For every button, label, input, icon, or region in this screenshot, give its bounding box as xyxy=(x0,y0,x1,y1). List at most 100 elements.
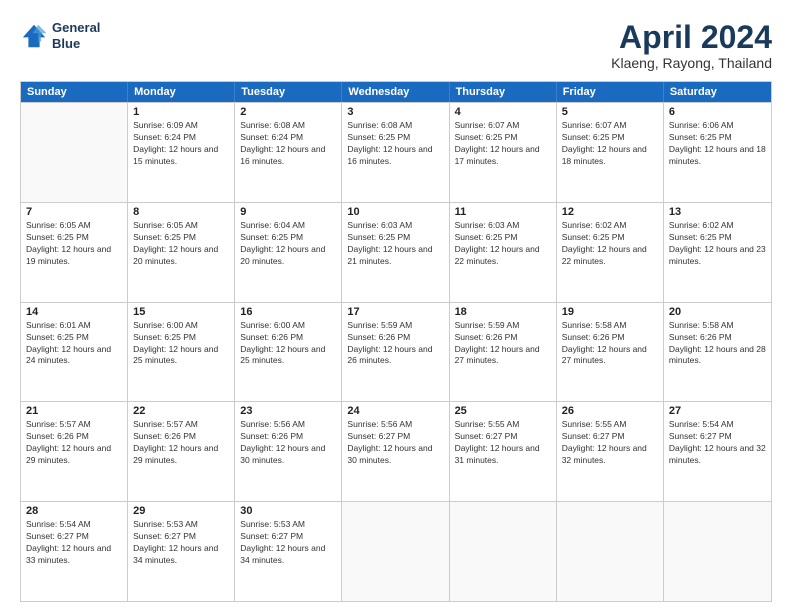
empty-cell xyxy=(342,502,449,601)
day-info: Sunrise: 6:00 AM Sunset: 6:26 PM Dayligh… xyxy=(240,320,336,368)
header: General Blue April 2024 Klaeng, Rayong, … xyxy=(20,20,772,71)
day-number: 6 xyxy=(669,106,766,118)
day-cell-20: 20 Sunrise: 5:58 AM Sunset: 6:26 PM Dayli… xyxy=(664,303,771,402)
day-cell-28: 28 Sunrise: 5:54 AM Sunset: 6:27 PM Dayli… xyxy=(21,502,128,601)
day-number: 11 xyxy=(455,206,551,218)
day-cell-25: 25 Sunrise: 5:55 AM Sunset: 6:27 PM Dayli… xyxy=(450,402,557,501)
day-cell-9: 9Sunrise: 6:04 AM Sunset: 6:25 PM Daylig… xyxy=(235,203,342,302)
day-info: Sunrise: 6:08 AM Sunset: 6:24 PM Dayligh… xyxy=(240,120,336,168)
calendar-body: 1Sunrise: 6:09 AM Sunset: 6:24 PM Daylig… xyxy=(21,102,771,601)
day-number: 20 xyxy=(669,306,766,318)
day-number: 25 xyxy=(455,405,551,417)
day-cell-11: 11 Sunrise: 6:03 AM Sunset: 6:25 PM Dayli… xyxy=(450,203,557,302)
day-cell-4: 4Sunrise: 6:07 AM Sunset: 6:25 PM Daylig… xyxy=(450,103,557,202)
day-number: 15 xyxy=(133,306,229,318)
day-info: Sunrise: 6:02 AM Sunset: 6:25 PM Dayligh… xyxy=(669,220,766,268)
logo: General Blue xyxy=(20,20,100,51)
day-info: Sunrise: 6:03 AM Sunset: 6:25 PM Dayligh… xyxy=(347,220,443,268)
empty-cell xyxy=(664,502,771,601)
day-number: 28 xyxy=(26,505,122,517)
empty-cell xyxy=(21,103,128,202)
day-number: 9 xyxy=(240,206,336,218)
day-cell-3: 3 Sunrise: 6:08 AM Sunset: 6:25 PM Daylig… xyxy=(342,103,449,202)
day-number: 10 xyxy=(347,206,443,218)
day-cell-1: 1Sunrise: 6:09 AM Sunset: 6:24 PM Daylig… xyxy=(128,103,235,202)
calendar-row-1: 1Sunrise: 6:09 AM Sunset: 6:24 PM Daylig… xyxy=(21,102,771,202)
day-header-wednesday: Wednesday xyxy=(342,82,449,102)
day-cell-10: 10 Sunrise: 6:03 AM Sunset: 6:25 PM Dayli… xyxy=(342,203,449,302)
day-info: Sunrise: 6:08 AM Sunset: 6:25 PM Dayligh… xyxy=(347,120,443,168)
day-cell-21: 21Sunrise: 5:57 AM Sunset: 6:26 PM Dayli… xyxy=(21,402,128,501)
day-info: Sunrise: 5:57 AM Sunset: 6:26 PM Dayligh… xyxy=(26,419,122,467)
day-cell-16: 16 Sunrise: 6:00 AM Sunset: 6:26 PM Dayli… xyxy=(235,303,342,402)
day-number: 29 xyxy=(133,505,229,517)
day-info: Sunrise: 6:05 AM Sunset: 6:25 PM Dayligh… xyxy=(133,220,229,268)
day-info: Sunrise: 5:54 AM Sunset: 6:27 PM Dayligh… xyxy=(26,519,122,567)
day-cell-14: 14 Sunrise: 6:01 AM Sunset: 6:25 PM Dayli… xyxy=(21,303,128,402)
day-header-tuesday: Tuesday xyxy=(235,82,342,102)
empty-cell xyxy=(450,502,557,601)
logo-text: General Blue xyxy=(52,20,100,51)
day-header-monday: Monday xyxy=(128,82,235,102)
day-cell-26: 26 Sunrise: 5:55 AM Sunset: 6:27 PM Dayli… xyxy=(557,402,664,501)
day-number: 16 xyxy=(240,306,336,318)
calendar-row-4: 21Sunrise: 5:57 AM Sunset: 6:26 PM Dayli… xyxy=(21,401,771,501)
day-header-saturday: Saturday xyxy=(664,82,771,102)
day-info: Sunrise: 5:59 AM Sunset: 6:26 PM Dayligh… xyxy=(347,320,443,368)
day-cell-5: 5 Sunrise: 6:07 AM Sunset: 6:25 PM Daylig… xyxy=(557,103,664,202)
day-cell-8: 8 Sunrise: 6:05 AM Sunset: 6:25 PM Daylig… xyxy=(128,203,235,302)
month-title: April 2024 xyxy=(611,20,772,55)
title-block: April 2024 Klaeng, Rayong, Thailand xyxy=(611,20,772,71)
day-cell-29: 29Sunrise: 5:53 AM Sunset: 6:27 PM Dayli… xyxy=(128,502,235,601)
day-cell-22: 22 Sunrise: 5:57 AM Sunset: 6:26 PM Dayli… xyxy=(128,402,235,501)
day-info: Sunrise: 5:54 AM Sunset: 6:27 PM Dayligh… xyxy=(669,419,766,467)
day-number: 26 xyxy=(562,405,658,417)
day-number: 27 xyxy=(669,405,766,417)
day-info: Sunrise: 6:01 AM Sunset: 6:25 PM Dayligh… xyxy=(26,320,122,368)
day-number: 30 xyxy=(240,505,336,517)
day-cell-2: 2 Sunrise: 6:08 AM Sunset: 6:24 PM Daylig… xyxy=(235,103,342,202)
day-info: Sunrise: 5:57 AM Sunset: 6:26 PM Dayligh… xyxy=(133,419,229,467)
day-cell-18: 18 Sunrise: 5:59 AM Sunset: 6:26 PM Dayli… xyxy=(450,303,557,402)
day-cell-13: 13 Sunrise: 6:02 AM Sunset: 6:25 PM Dayli… xyxy=(664,203,771,302)
calendar-row-2: 7Sunrise: 6:05 AM Sunset: 6:25 PM Daylig… xyxy=(21,202,771,302)
day-cell-6: 6 Sunrise: 6:06 AM Sunset: 6:25 PM Daylig… xyxy=(664,103,771,202)
day-info: Sunrise: 6:07 AM Sunset: 6:25 PM Dayligh… xyxy=(562,120,658,168)
day-number: 13 xyxy=(669,206,766,218)
day-number: 8 xyxy=(133,206,229,218)
day-number: 12 xyxy=(562,206,658,218)
day-number: 23 xyxy=(240,405,336,417)
day-number: 5 xyxy=(562,106,658,118)
day-number: 18 xyxy=(455,306,551,318)
day-info: Sunrise: 5:58 AM Sunset: 6:26 PM Dayligh… xyxy=(562,320,658,368)
day-info: Sunrise: 5:58 AM Sunset: 6:26 PM Dayligh… xyxy=(669,320,766,368)
day-info: Sunrise: 5:55 AM Sunset: 6:27 PM Dayligh… xyxy=(455,419,551,467)
day-number: 2 xyxy=(240,106,336,118)
day-info: Sunrise: 5:55 AM Sunset: 6:27 PM Dayligh… xyxy=(562,419,658,467)
day-cell-27: 27 Sunrise: 5:54 AM Sunset: 6:27 PM Dayli… xyxy=(664,402,771,501)
day-info: Sunrise: 6:05 AM Sunset: 6:25 PM Dayligh… xyxy=(26,220,122,268)
day-cell-30: 30Sunrise: 5:53 AM Sunset: 6:27 PM Dayli… xyxy=(235,502,342,601)
day-info: Sunrise: 6:00 AM Sunset: 6:25 PM Dayligh… xyxy=(133,320,229,368)
day-cell-7: 7Sunrise: 6:05 AM Sunset: 6:25 PM Daylig… xyxy=(21,203,128,302)
empty-cell xyxy=(557,502,664,601)
logo-line1: General xyxy=(52,20,100,36)
day-cell-23: 23 Sunrise: 5:56 AM Sunset: 6:26 PM Dayli… xyxy=(235,402,342,501)
day-number: 1 xyxy=(133,106,229,118)
calendar-header: SundayMondayTuesdayWednesdayThursdayFrid… xyxy=(21,82,771,102)
day-number: 14 xyxy=(26,306,122,318)
day-info: Sunrise: 5:59 AM Sunset: 6:26 PM Dayligh… xyxy=(455,320,551,368)
day-info: Sunrise: 6:07 AM Sunset: 6:25 PM Dayligh… xyxy=(455,120,551,168)
day-info: Sunrise: 5:56 AM Sunset: 6:26 PM Dayligh… xyxy=(240,419,336,467)
day-number: 17 xyxy=(347,306,443,318)
day-number: 22 xyxy=(133,405,229,417)
day-number: 19 xyxy=(562,306,658,318)
day-info: Sunrise: 6:03 AM Sunset: 6:25 PM Dayligh… xyxy=(455,220,551,268)
page: General Blue April 2024 Klaeng, Rayong, … xyxy=(0,0,792,612)
location: Klaeng, Rayong, Thailand xyxy=(611,55,772,71)
day-number: 3 xyxy=(347,106,443,118)
day-info: Sunrise: 6:06 AM Sunset: 6:25 PM Dayligh… xyxy=(669,120,766,168)
logo-line2: Blue xyxy=(52,36,100,52)
day-cell-15: 15 Sunrise: 6:00 AM Sunset: 6:25 PM Dayli… xyxy=(128,303,235,402)
day-info: Sunrise: 5:56 AM Sunset: 6:27 PM Dayligh… xyxy=(347,419,443,467)
